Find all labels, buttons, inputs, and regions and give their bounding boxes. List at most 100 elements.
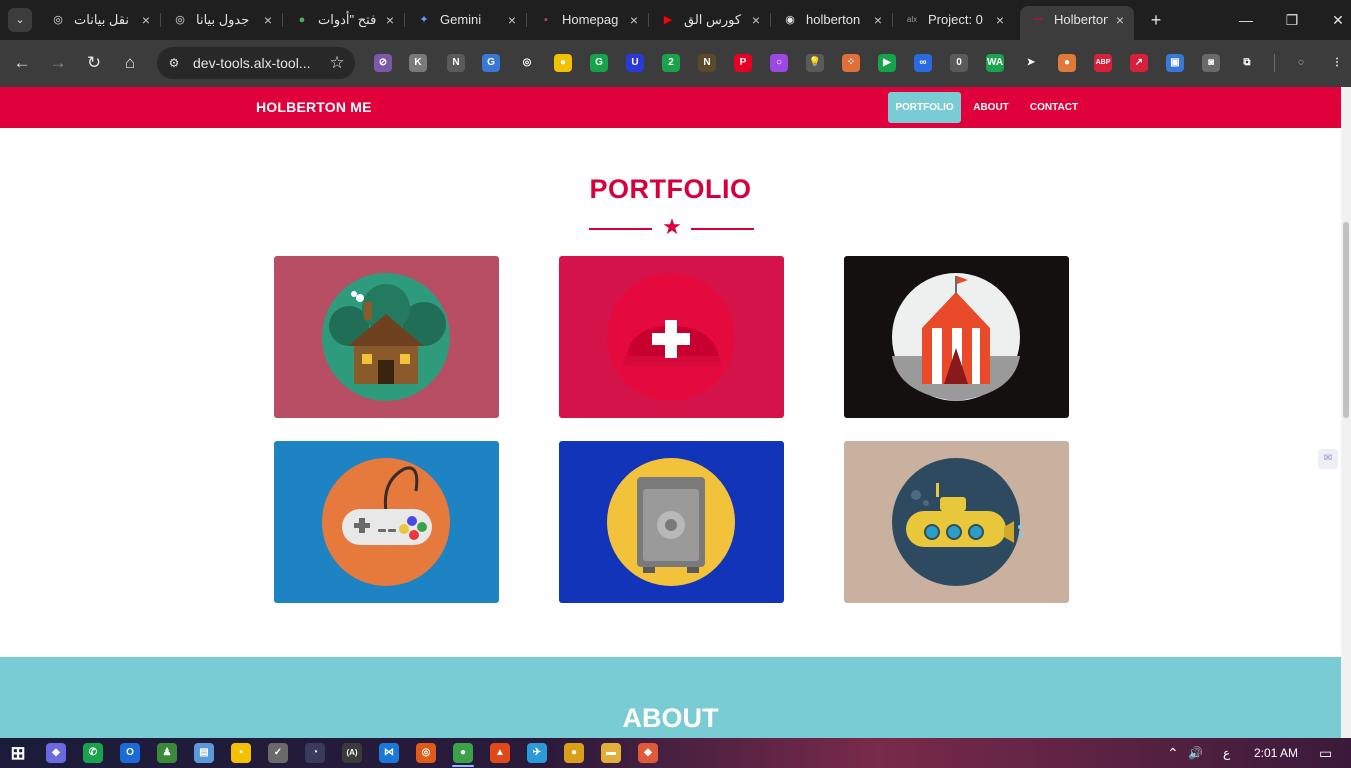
arrow-extension-icon[interactable]: ↗ [1130, 54, 1148, 72]
portfolio-card-game-controller[interactable] [274, 441, 499, 603]
keep-notes-icon[interactable]: ● [554, 54, 572, 72]
nav-about-link[interactable]: ABOUT [966, 92, 1016, 123]
pinterest-icon[interactable]: P [734, 54, 752, 72]
tab-2[interactable]: ● فتح "أدوات × [284, 6, 405, 34]
windows-start-icon[interactable]: ⊞ [8, 743, 28, 763]
site-brand[interactable]: HOLBERTON ME [256, 87, 372, 128]
portfolio-card-cabin[interactable] [274, 256, 499, 418]
todo-icon[interactable]: ✓ [268, 743, 288, 763]
close-tab-icon[interactable]: × [504, 6, 520, 34]
lightbulb-icon[interactable]: 💡 [806, 54, 824, 72]
outlook-icon[interactable]: O [120, 743, 140, 763]
input-language-indicator[interactable]: ع [1223, 738, 1230, 768]
back-button[interactable]: ← [11, 52, 33, 74]
close-tab-icon[interactable]: × [626, 6, 642, 34]
vscode-icon[interactable]: ⋈ [379, 743, 399, 763]
side-panel-widget-icon[interactable]: ✉ [1318, 449, 1338, 469]
ubuntu-icon[interactable]: ◎ [416, 743, 436, 763]
tab-title: جدول بيانا [196, 12, 250, 27]
cursor-icon[interactable]: ➤ [1022, 54, 1040, 72]
chrome-taskbar-icon[interactable]: ● [453, 743, 473, 763]
copilot-icon[interactable]: ◆ [46, 743, 66, 763]
whatsapp-icon[interactable]: ✆ [83, 743, 103, 763]
close-tab-icon[interactable]: × [748, 6, 764, 34]
bookmark-star-icon[interactable]: ☆ [327, 53, 347, 73]
badge-zero-icon[interactable]: 0 [950, 54, 968, 72]
tab-0[interactable]: ◎ نقل بيانات × [40, 6, 161, 34]
tab-7[interactable]: alx Project: 0 × [894, 6, 1014, 34]
adblock-plus-icon[interactable]: ABP [1094, 54, 1112, 72]
portfolio-card-cake[interactable] [559, 256, 784, 418]
u-extension-icon[interactable]: U [626, 54, 644, 72]
chatgpt-ext-icon[interactable]: ◎ [518, 54, 536, 72]
camera-icon[interactable]: ◙ [1202, 54, 1220, 72]
close-tab-icon[interactable]: × [1112, 6, 1128, 34]
notepad-icon[interactable]: ▤ [194, 743, 214, 763]
close-window-button[interactable]: ✕ [1328, 10, 1348, 30]
nav-portfolio-link[interactable]: PORTFOLIO [888, 92, 961, 123]
site-info-icon[interactable]: ⚙ [165, 54, 183, 72]
google-translate-icon[interactable]: G [482, 54, 500, 72]
page-scrollbar-thumb[interactable] [1343, 222, 1349, 418]
git-icon[interactable]: ◆ [638, 743, 658, 763]
tab-4[interactable]: ▪ Homepag × [528, 6, 649, 34]
tab-title: كورس الق [684, 12, 742, 27]
minimize-window-button[interactable]: — [1236, 10, 1256, 30]
notion-icon[interactable]: N [447, 54, 465, 72]
close-tab-icon[interactable]: × [992, 6, 1008, 34]
sticky-notes-icon[interactable]: ▪ [231, 743, 251, 763]
rainbow-ring-icon[interactable]: ○ [770, 54, 788, 72]
tray-overflow-chevron-icon[interactable]: ⌃ [1167, 738, 1179, 768]
extensions-puzzle-icon[interactable]: ⧉ [1238, 54, 1256, 72]
screen-recorder-icon[interactable]: ▶ [878, 54, 896, 72]
telegram-icon[interactable]: ✈ [527, 743, 547, 763]
menu-kebab-icon[interactable]: ⋮ [1328, 54, 1346, 72]
tab-separator [770, 13, 771, 27]
portfolio-card-submarine[interactable] [844, 441, 1069, 603]
holberton-icon: ꟷ [1033, 14, 1043, 26]
tab-title: Holberton [1054, 12, 1108, 27]
file-explorer-icon[interactable]: ▬ [601, 743, 621, 763]
tab-3[interactable]: ✦ Gemini × [406, 6, 527, 34]
url-text[interactable]: dev-tools.alx-tool... [193, 47, 311, 79]
reload-button[interactable]: ↻ [83, 52, 105, 74]
profile-icon[interactable]: ◌ [1292, 54, 1310, 72]
chrome-profile-icon[interactable]: ● [564, 743, 584, 763]
chess-icon[interactable]: ♟ [157, 743, 177, 763]
tab-6[interactable]: ◉ holberton × [772, 6, 893, 34]
tab-search-button[interactable]: ⌄ [8, 8, 32, 32]
nav-contact-link[interactable]: CONTACT [1022, 92, 1086, 123]
close-tab-icon[interactable]: × [260, 6, 276, 34]
dots-grid-icon[interactable]: ⁘ [842, 54, 860, 72]
badge-two-icon[interactable]: 2 [662, 54, 680, 72]
brave-icon[interactable]: ▲ [490, 743, 510, 763]
portfolio-card-circus-tent[interactable] [844, 256, 1069, 418]
clock-icon[interactable]: ◔ [305, 743, 325, 763]
close-tab-icon[interactable]: × [138, 6, 154, 34]
close-tab-icon[interactable]: × [870, 6, 886, 34]
screen-capture-icon[interactable]: ▣ [1166, 54, 1184, 72]
portfolio-card-safe[interactable] [559, 441, 784, 603]
tab-title: Project: 0 [928, 12, 983, 27]
browser-tab-strip: ⌄ ◎ نقل بيانات × ◎ جدول بيانا × ● فتح "أ… [0, 0, 1351, 40]
forward-button[interactable]: → [47, 52, 69, 74]
no-tracking-icon[interactable]: ⊘ [374, 54, 392, 72]
tab-5[interactable]: ▶ كورس الق × [650, 6, 771, 34]
nj-extension-icon[interactable]: N [698, 54, 716, 72]
tab-8-active[interactable]: ꟷ Holberton × [1020, 6, 1134, 40]
volume-icon[interactable]: 🔊 [1188, 738, 1203, 768]
infinity-icon[interactable]: ∞ [914, 54, 932, 72]
notifications-icon[interactable]: ▭ [1319, 738, 1332, 768]
grammarly-icon[interactable]: G [590, 54, 608, 72]
new-tab-button[interactable]: + [1146, 10, 1166, 30]
address-bar[interactable]: ⚙ dev-tools.alx-tool... ☆ [157, 47, 355, 79]
home-button[interactable]: ⌂ [119, 52, 141, 74]
tab-1[interactable]: ◎ جدول بيانا × [162, 6, 283, 34]
taskbar-clock[interactable]: 2:01 AM [1254, 738, 1298, 768]
code-brackets-icon[interactable]: (A) [342, 743, 362, 763]
close-tab-icon[interactable]: × [382, 6, 398, 34]
whatsapp-web-icon[interactable]: WA [986, 54, 1004, 72]
orange-drop-icon[interactable]: ● [1058, 54, 1076, 72]
extension-k-icon[interactable]: K [409, 54, 427, 72]
maximize-window-button[interactable]: ❐ [1282, 10, 1302, 30]
